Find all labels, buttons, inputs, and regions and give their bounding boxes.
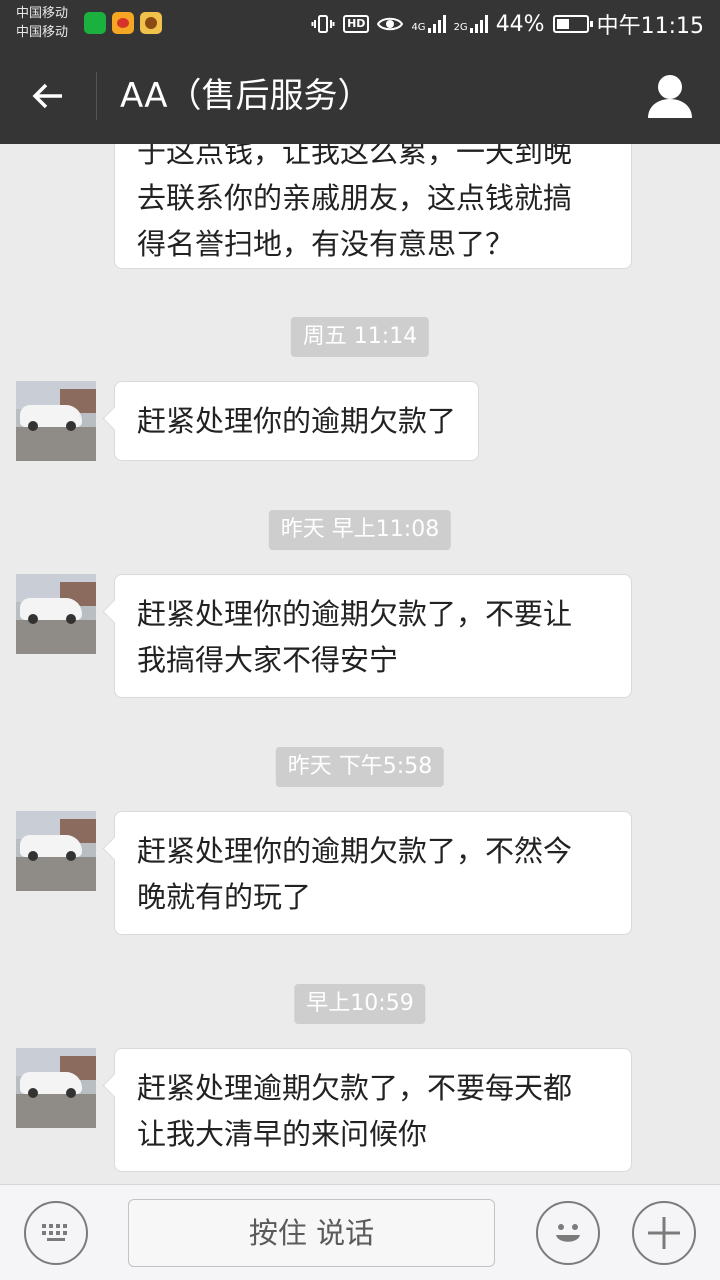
network-4g: 4G	[411, 15, 446, 33]
network-2g-label: 2G	[453, 22, 468, 33]
network-4g-label: 4G	[411, 22, 426, 33]
input-bar: 按住 说话	[0, 1184, 720, 1280]
keyboard-icon	[42, 1224, 67, 1241]
emoji-button[interactable]	[536, 1201, 600, 1265]
carrier-info: 中国移动 中国移动	[16, 4, 68, 42]
message-bubble[interactable]: 赶紧处理你的逾期欠款了，不要让 我搞得大家不得安宁	[114, 574, 632, 698]
person-icon	[648, 75, 692, 118]
avatar[interactable]	[16, 1048, 96, 1128]
carrier-2: 中国移动	[16, 25, 69, 40]
signal-icon	[427, 15, 446, 33]
message-line: 我搞得大家不得安宁	[137, 643, 399, 677]
message-line: 让我大清早的来问候你	[137, 1117, 428, 1151]
chat-header: AA（售后服务）	[0, 48, 720, 144]
emoji-icon	[556, 1224, 580, 1242]
message-bubble[interactable]: 赶紧处理你的逾期欠款了	[114, 381, 480, 461]
hd-badge: HD	[343, 15, 370, 33]
message-line: 赶紧处理你的逾期欠款了，不要让	[137, 597, 573, 631]
chat-area[interactable]: 于这点钱，让我这么累，一天到晚 去联系你的亲戚朋友，这点钱就搞 得名誉扫地，有没…	[0, 144, 720, 1184]
message-bubble[interactable]: 赶紧处理逾期欠款了，不要每天都 让我大清早的来问候你	[114, 1048, 632, 1172]
avatar[interactable]	[16, 381, 96, 461]
avatar[interactable]	[16, 574, 96, 654]
avatar[interactable]	[16, 811, 96, 891]
back-arrow-icon	[32, 83, 62, 109]
weibo-icon	[112, 12, 134, 34]
message-text: 赶紧处理你的逾期欠款了	[137, 404, 457, 438]
carrier-1: 中国移动	[16, 6, 69, 21]
signal-icon	[469, 15, 488, 33]
status-bar: 中国移动 中国移动 HD 4G 2G 44% 中午11:15	[0, 0, 720, 48]
battery-icon	[552, 15, 593, 33]
message-bubble[interactable]: 赶紧处理你的逾期欠款了，不然今 晚就有的玩了	[114, 811, 632, 935]
back-button[interactable]	[16, 68, 80, 124]
vibrate-icon	[311, 15, 335, 33]
timestamp: 昨天 早上11:08	[268, 510, 452, 550]
timestamp: 昨天 下午5:58	[275, 747, 445, 787]
message-line: 赶紧处理逾期欠款了，不要每天都	[137, 1071, 573, 1105]
hold-to-talk-button[interactable]: 按住 说话	[128, 1199, 495, 1267]
status-indicators: HD 4G 2G 44% 中午11:15	[311, 0, 704, 48]
timestamp: 周五 11:14	[290, 317, 430, 357]
message-line: 得名誉扫地，有没有意思了？	[137, 227, 515, 261]
header-divider	[96, 72, 97, 120]
clock: 中午11:15	[596, 14, 704, 39]
more-button[interactable]	[632, 1201, 696, 1265]
chat-title: AA（售后服务）	[120, 76, 372, 116]
message-bubble[interactable]: 于这点钱，让我这么累，一天到晚 去联系你的亲戚朋友，这点钱就搞 得名誉扫地，有没…	[114, 144, 632, 269]
game-icon	[140, 12, 162, 34]
iqiyi-icon	[84, 12, 106, 34]
keyboard-button[interactable]	[24, 1201, 88, 1265]
profile-button[interactable]	[644, 70, 696, 122]
plus-icon	[648, 1217, 680, 1249]
eye-icon	[377, 17, 404, 31]
notification-icons	[84, 12, 162, 34]
battery-percent: 44%	[495, 11, 545, 37]
timestamp: 早上10:59	[294, 984, 426, 1024]
network-2g: 2G	[454, 15, 488, 33]
message-line: 晚就有的玩了	[137, 880, 312, 914]
message-line: 去联系你的亲戚朋友，这点钱就搞	[137, 181, 573, 215]
message-line: 赶紧处理你的逾期欠款了，不然今	[137, 834, 573, 868]
message-line: 于这点钱，让我这么累，一天到晚	[137, 144, 573, 169]
